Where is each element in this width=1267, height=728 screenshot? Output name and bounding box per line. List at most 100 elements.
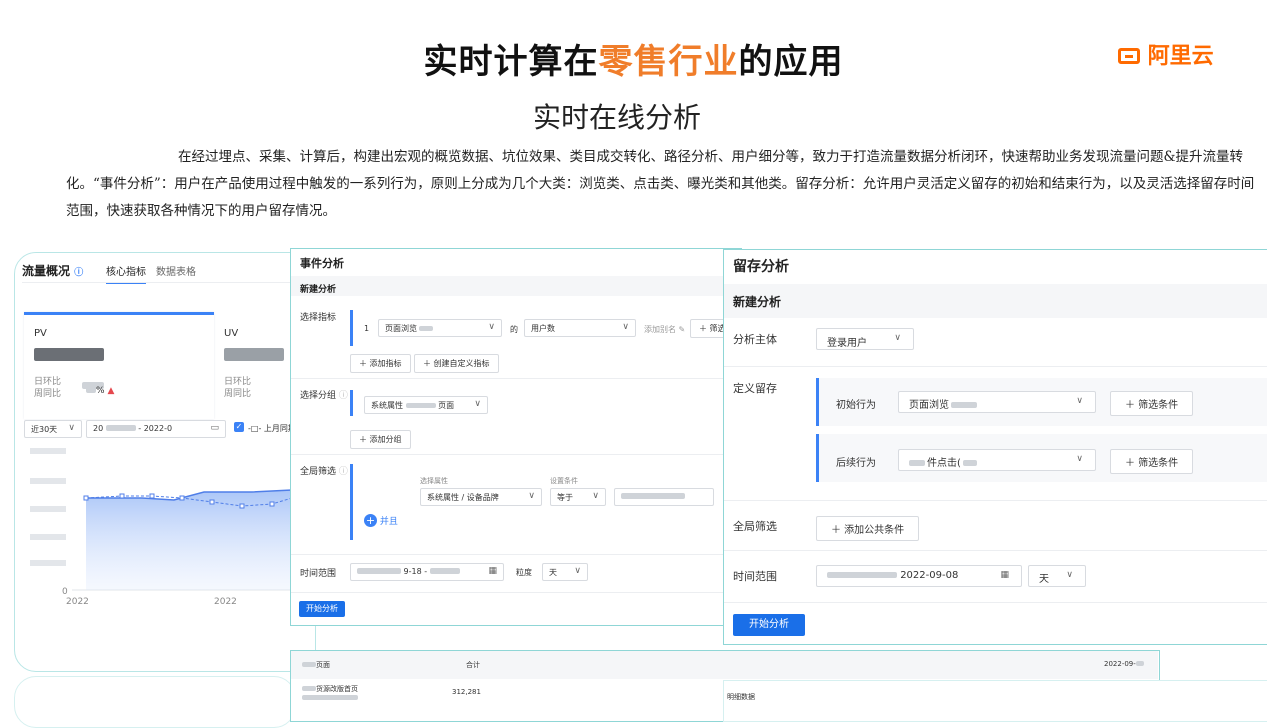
compare-checkbox[interactable]: ✓ [234, 422, 244, 432]
event-start-button[interactable]: 开始分析 [299, 601, 345, 617]
edit-icon: ✎ [678, 325, 686, 334]
and-button[interactable]: + 并且 [364, 514, 398, 527]
calendar-icon: ▦ [1000, 570, 1009, 580]
tab-data-table[interactable]: 数据表格 [156, 263, 196, 278]
divider [724, 602, 1267, 603]
subject-select[interactable]: 登录用户 ∨ [816, 328, 914, 350]
divider [291, 378, 740, 379]
add-group-button[interactable]: ＋ 添加分组 [350, 430, 411, 449]
range-select[interactable]: 近30天 ∨ [24, 420, 82, 438]
add-public-condition-button[interactable]: ＋ 添加公共条件 [816, 516, 920, 541]
pv-value [34, 346, 104, 365]
uv-value [224, 346, 284, 365]
tab-core-metrics[interactable]: 核心指标 [106, 263, 146, 284]
followup-select[interactable]: 件点击(∨ [898, 449, 1096, 471]
metric-select[interactable]: 页面浏览 ∨ [378, 319, 502, 337]
title-highlight: 零售行业 [598, 42, 739, 82]
event-date-input[interactable]: 9-18 - ▦ [350, 563, 504, 581]
attr-select[interactable]: 系统属性 / 设备品牌 ∨ [420, 488, 542, 506]
detail-title: 明细数据 [727, 693, 755, 701]
traffic-chart [30, 448, 292, 591]
initial-label: 初始行为 [836, 400, 876, 411]
group-bar [350, 390, 353, 416]
retention-date-input[interactable]: 2022-09-08 ▦ [816, 565, 1022, 587]
user-count-select[interactable]: 用户数 ∨ [524, 319, 636, 337]
equals-select[interactable]: 等于 ∨ [550, 488, 606, 506]
initial-filter-button[interactable]: ＋ 筛选条件 [1110, 391, 1194, 416]
metric-bar [350, 310, 353, 346]
of-text: 的 [510, 325, 518, 334]
divider [22, 282, 292, 283]
title-after: 的应用 [738, 42, 844, 82]
retention-start-button[interactable]: 开始分析 [733, 614, 805, 636]
metric-index: 1 [364, 324, 370, 333]
chevron-down-icon: ∨ [68, 423, 75, 433]
triangle-up-icon: ▲ [107, 386, 115, 396]
time-range-label: 时间范围 [300, 569, 337, 579]
uv-week-ratio: 周同比 [224, 389, 252, 399]
detail-panel [723, 680, 1267, 722]
logo-text: 阿里云 [1147, 44, 1214, 69]
traffic-overview-ghost [14, 676, 296, 728]
add-metric-button[interactable]: ＋ 添加指标 [350, 354, 411, 373]
define-retention-label: 定义留存 [733, 382, 777, 395]
calendar-icon: ▦ [488, 566, 497, 576]
date-range-input[interactable]: 20 - 2022-0 ▭ [86, 420, 226, 438]
attr-label: 选择属性 [420, 477, 448, 485]
divider [724, 366, 1267, 367]
subtitle: 实时在线分析 [532, 101, 701, 134]
row-value: 312,281 [452, 688, 481, 696]
add-alias-link[interactable]: 添加别名 ✎ [644, 324, 685, 335]
followup-filter-button[interactable]: ＋ 筛选条件 [1110, 449, 1194, 474]
uv-label: UV [224, 328, 239, 339]
pv-card[interactable] [24, 312, 214, 419]
col-page: 页面 [302, 660, 330, 670]
calendar-icon: ▭ [210, 423, 219, 433]
x-label-2: 2022 [214, 597, 237, 607]
subject-label: 分析主体 [733, 333, 777, 346]
x-label-1: 2022 [66, 597, 89, 607]
granularity-label: 粒度 [516, 568, 532, 577]
pv-label: PV [34, 328, 47, 339]
divider [724, 500, 1267, 501]
value-input[interactable] [614, 488, 714, 506]
select-group-label: 选择分组 ⓘ [300, 391, 348, 401]
retention-subheader [724, 284, 1267, 318]
create-custom-metric-button[interactable]: ＋ 创建自定义指标 [414, 354, 499, 373]
event-subheader [291, 276, 740, 296]
aliyun-logo-icon [1118, 48, 1140, 64]
divider [291, 454, 740, 455]
col-date: 2022-09- [1104, 660, 1144, 668]
pv-week-ratio: 周同比 [34, 389, 62, 399]
granularity-select[interactable]: 天 ∨ [542, 563, 588, 581]
percent-text: % [96, 386, 105, 396]
info-icon: ⓘ [338, 391, 348, 401]
retention-new: 新建分析 [733, 295, 782, 309]
initial-select[interactable]: 页面浏览 ∨ [898, 391, 1096, 413]
retention-title: 留存分析 [733, 259, 789, 275]
event-title: 事件分析 [300, 257, 344, 270]
title-before: 实时计算在 [423, 42, 599, 82]
group-select[interactable]: 系统属性 页面 ∨ [364, 396, 488, 414]
retention-day-select[interactable]: 天 ∨ [1028, 565, 1086, 587]
axis-zero-label: 0 [62, 587, 68, 597]
table-row[interactable]: 货源改版首页 [302, 684, 358, 702]
page-title: 实时计算在零售行业的应用 [0, 34, 1267, 83]
info-icon: ⓘ [338, 467, 348, 477]
retention-time-range-label: 时间范围 [733, 570, 777, 583]
event-new: 新建分析 [300, 285, 337, 295]
traffic-title: 流量概况 ⓘ [22, 264, 84, 278]
retention-global-filter-label: 全局筛选 [733, 520, 777, 533]
plus-circle-icon: + [364, 514, 377, 527]
info-icon: ⓘ [74, 268, 84, 278]
aliyun-logo: 阿里云 [1118, 38, 1214, 70]
table-header-row [291, 651, 1158, 679]
select-metric-label: 选择指标 [300, 313, 337, 323]
cond-label: 设置条件 [550, 477, 578, 485]
col-total: 合计 [466, 661, 480, 669]
filter-bar [350, 464, 353, 540]
divider [724, 550, 1267, 551]
divider [291, 554, 740, 555]
divider [291, 592, 740, 593]
compare-legend: -□- 上月同期 [248, 424, 296, 433]
